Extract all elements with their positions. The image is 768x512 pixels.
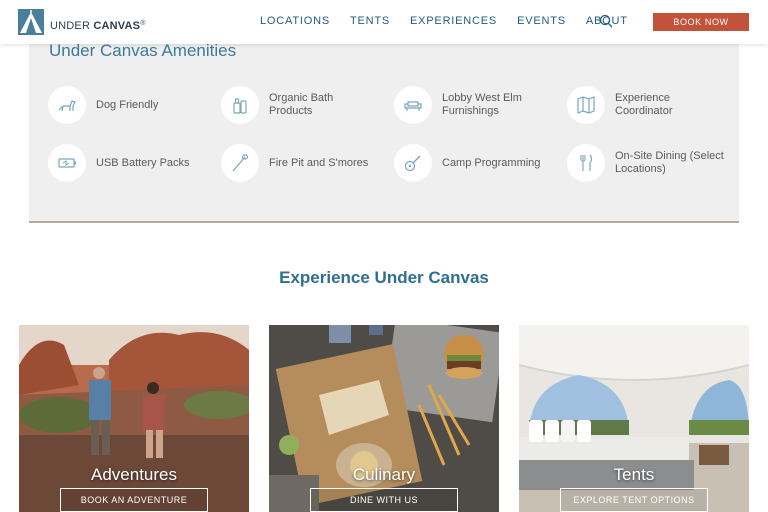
tent-logo-icon xyxy=(18,9,44,35)
experience-title: Experience Under Canvas xyxy=(279,268,489,287)
amenity-dog-friendly: Dog Friendly xyxy=(48,86,206,124)
fork-knife-icon xyxy=(567,144,605,182)
main-nav: LOCATIONS TENTS EXPERIENCES EVENTS ABOUT xyxy=(260,15,648,27)
sofa-icon xyxy=(394,86,432,124)
amenity-on-site-dining: On-Site Dining (Select Locations) xyxy=(567,144,725,182)
nav-tents[interactable]: TENTS xyxy=(350,15,390,27)
nav-experiences[interactable]: EXPERIENCES xyxy=(410,15,497,27)
amenity-fire-pit: Fire Pit and S'mores xyxy=(221,144,379,182)
amenity-experience-coordinator: Experience Coordinator xyxy=(567,86,725,124)
book-adventure-button[interactable]: BOOK AN ADVENTURE xyxy=(60,488,208,512)
site-header: UNDER CANVAS® LOCATIONS TENTS EXPERIENCE… xyxy=(0,0,768,44)
amenities-section: Under Canvas Amenities Dog Friendly Orga… xyxy=(29,30,739,223)
card-adventures[interactable]: Adventures BOOK AN ADVENTURE xyxy=(19,325,249,512)
map-icon xyxy=(567,86,605,124)
guitar-icon xyxy=(394,144,432,182)
bath-products-icon xyxy=(221,86,259,124)
amenity-usb-battery: USB Battery Packs xyxy=(48,144,206,182)
card-title-culinary: Culinary xyxy=(352,465,416,484)
amenity-lobby-furnishings: Lobby West Elm Furnishings xyxy=(394,86,552,124)
battery-icon xyxy=(48,144,86,182)
card-culinary[interactable]: Culinary DINE WITH US xyxy=(269,325,499,512)
book-now-button[interactable]: BOOK NOW xyxy=(653,13,749,31)
dog-icon xyxy=(48,86,86,124)
card-title-adventures: Adventures xyxy=(91,465,177,484)
nav-locations[interactable]: LOCATIONS xyxy=(260,15,330,27)
logo-text: UNDER CANVAS® xyxy=(50,20,146,32)
amenity-organic-bath: Organic Bath Products xyxy=(221,86,379,124)
marshmallow-stick-icon xyxy=(221,144,259,182)
search-icon[interactable] xyxy=(599,14,613,28)
logo[interactable]: UNDER CANVAS® xyxy=(18,9,146,35)
amenity-camp-programming: Camp Programming xyxy=(394,144,552,182)
amenities-title: Under Canvas Amenities xyxy=(49,41,237,60)
card-title-tents: Tents xyxy=(613,465,655,484)
nav-events[interactable]: EVENTS xyxy=(517,15,566,27)
explore-tent-options-button[interactable]: EXPLORE TENT OPTIONS xyxy=(560,488,708,512)
card-tents[interactable]: Tents EXPLORE TENT OPTIONS xyxy=(519,325,749,512)
dine-with-us-button[interactable]: DINE WITH US xyxy=(310,488,458,512)
